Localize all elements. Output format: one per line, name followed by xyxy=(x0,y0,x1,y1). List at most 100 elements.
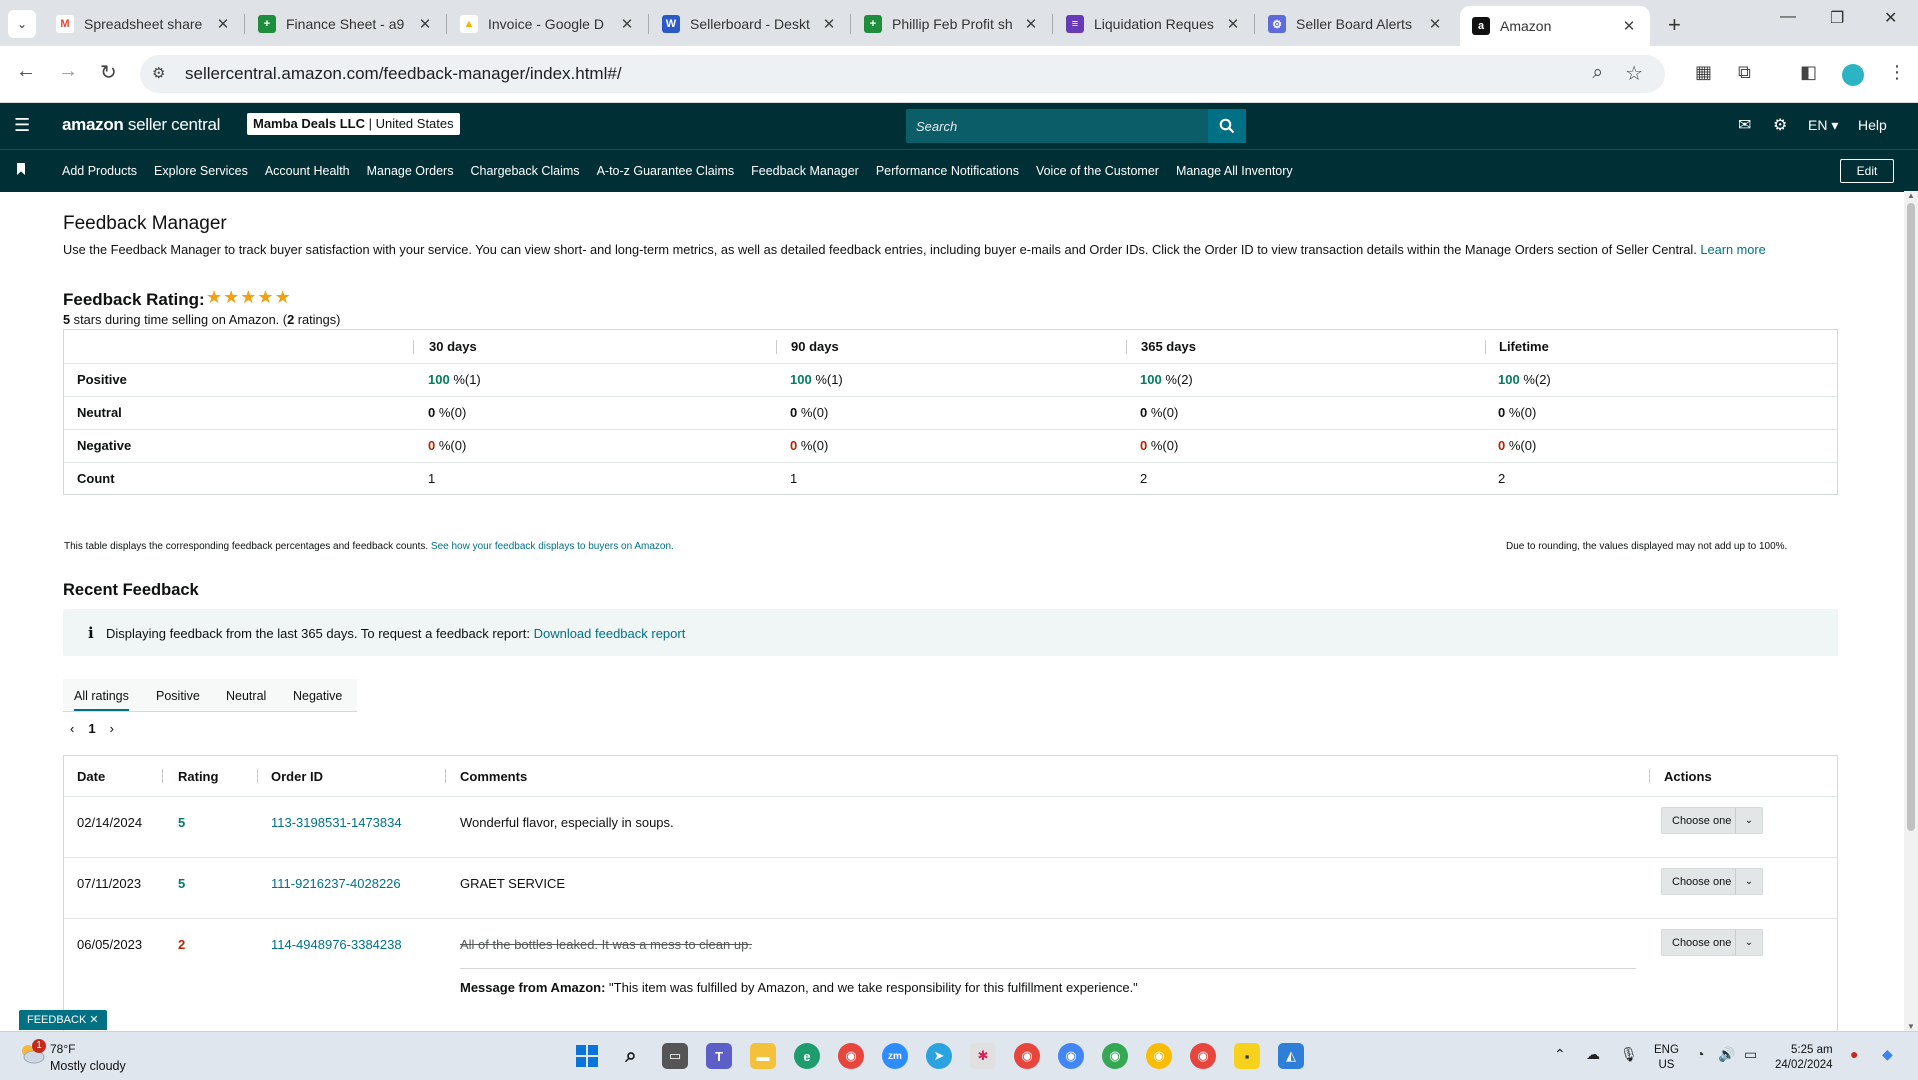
nav-performance-notifications[interactable]: Performance Notifications xyxy=(876,164,1019,178)
action-dropdown[interactable]: Choose one ⌄ xyxy=(1661,868,1763,895)
tab-positive[interactable]: Positive xyxy=(156,689,200,703)
prev-page-chevron-icon[interactable]: ‹ xyxy=(70,721,74,736)
weather-condition[interactable]: Mostly cloudy xyxy=(50,1059,126,1073)
close-tab-icon[interactable]: ✕ xyxy=(1224,15,1242,33)
browser-menu-icon[interactable]: ⋮ xyxy=(1888,62,1906,83)
zoom-magnifier-icon[interactable]: ⌕ xyxy=(1592,62,1603,84)
search-button[interactable] xyxy=(1208,109,1246,143)
profile-avatar[interactable] xyxy=(1842,64,1864,86)
photos-app-icon[interactable]: ◭ xyxy=(1278,1043,1304,1069)
scroll-up-arrow-icon[interactable]: ▲ xyxy=(1907,191,1915,200)
onedrive-icon[interactable]: ☁ xyxy=(1586,1046,1600,1063)
page-number[interactable]: 1 xyxy=(88,721,95,736)
file-explorer-icon[interactable]: ▬ xyxy=(750,1043,776,1069)
restore-window-icon[interactable]: ❐ xyxy=(1830,8,1844,28)
tab-search-chevron-icon[interactable]: ⌄ xyxy=(8,10,36,38)
header-search-input[interactable]: Search xyxy=(906,109,1246,143)
browser-tab-2[interactable]: + Finance Sheet - a9 ✕ xyxy=(258,8,434,40)
order-id-link[interactable]: 111-9216237-4028226 xyxy=(271,876,401,891)
teams-icon[interactable]: T xyxy=(706,1043,732,1069)
help-link[interactable]: Help xyxy=(1858,117,1887,133)
task-view-icon[interactable]: ▭ xyxy=(662,1043,688,1069)
see-feedback-display-link[interactable]: See how your feedback displays to buyers… xyxy=(431,541,674,552)
url-text[interactable]: sellercentral.amazon.com/feedback-manage… xyxy=(185,64,622,84)
bookmark-star-icon[interactable]: ☆ xyxy=(1625,61,1643,86)
bookmark-icon[interactable] xyxy=(17,163,25,175)
scrollbar-thumb[interactable] xyxy=(1907,203,1915,831)
chrome-profile-icon[interactable]: ◉ xyxy=(1014,1043,1040,1069)
learn-more-link[interactable]: Learn more xyxy=(1700,242,1765,257)
nav-chargeback-claims[interactable]: Chargeback Claims xyxy=(470,164,579,178)
scroll-down-arrow-icon[interactable]: ▼ xyxy=(1907,1022,1915,1031)
chrome-profile-icon[interactable]: ◉ xyxy=(1190,1043,1216,1069)
windows-start-icon[interactable] xyxy=(574,1043,600,1069)
close-tab-icon[interactable]: ✕ xyxy=(1426,15,1444,33)
close-tab-icon[interactable]: ✕ xyxy=(820,15,838,33)
browser-tab-7[interactable]: ⚙ Seller Board Alerts ✕ xyxy=(1268,8,1444,40)
browser-tab-3[interactable]: ▲ Invoice - Google D ✕ xyxy=(460,8,636,40)
nav-manage-inventory[interactable]: Manage All Inventory xyxy=(1176,164,1293,178)
browser-tab-1[interactable]: M Spreadsheet share ✕ xyxy=(56,8,232,40)
nav-feedback-manager[interactable]: Feedback Manager xyxy=(751,164,859,178)
forward-arrow-icon[interactable]: → xyxy=(58,60,78,83)
reload-icon[interactable]: ↻ xyxy=(100,60,117,85)
browser-tab-5[interactable]: + Phillip Feb Profit sh ✕ xyxy=(864,8,1040,40)
slack-icon[interactable]: ✱ xyxy=(970,1043,996,1069)
hamburger-menu-icon[interactable]: ☰ xyxy=(14,115,30,136)
site-settings-icon[interactable]: ⚙ xyxy=(152,64,165,82)
back-arrow-icon[interactable]: ← xyxy=(16,60,36,83)
system-clock[interactable]: 5:25 am 24/02/2024 xyxy=(1775,1043,1833,1073)
volume-icon[interactable]: 🔊 xyxy=(1718,1046,1735,1063)
page-scrollbar[interactable]: ▲ ▼ xyxy=(1904,191,1918,1031)
microphone-icon[interactable]: 🎙 xyxy=(1620,1046,1638,1063)
tab-neutral[interactable]: Neutral xyxy=(226,689,266,703)
gear-icon[interactable]: ⚙ xyxy=(1773,115,1787,135)
minimize-window-icon[interactable]: — xyxy=(1780,8,1796,26)
chrome-profile-icon[interactable]: ◉ xyxy=(1102,1043,1128,1069)
nav-a-to-z-claims[interactable]: A-to-z Guarantee Claims xyxy=(597,164,735,178)
chrome-icon[interactable]: ◉ xyxy=(838,1043,864,1069)
temperature[interactable]: 78°F xyxy=(50,1042,75,1056)
nav-add-products[interactable]: Add Products xyxy=(62,164,137,178)
tab-negative[interactable]: Negative xyxy=(293,689,342,703)
nav-manage-orders[interactable]: Manage Orders xyxy=(367,164,454,178)
browser-tab-amazon-active[interactable]: a Amazon ✕ xyxy=(1460,6,1650,46)
chrome-profile-icon[interactable]: ◉ xyxy=(1146,1043,1172,1069)
close-tab-icon[interactable]: ✕ xyxy=(416,15,434,33)
action-dropdown[interactable]: Choose one ⌄ xyxy=(1661,807,1763,834)
edge-icon[interactable]: e xyxy=(794,1043,820,1069)
new-tab-plus-icon[interactable]: + xyxy=(1668,12,1681,38)
search-icon[interactable]: ⌕ xyxy=(618,1043,644,1069)
telegram-icon[interactable]: ➤ xyxy=(926,1043,952,1069)
notification-bell-icon[interactable]: ● xyxy=(1850,1046,1858,1062)
feedback-widget-button[interactable]: FEEDBACK ✕ xyxy=(19,1010,107,1030)
extensions-puzzle-icon[interactable]: ⧉ xyxy=(1738,62,1751,83)
wifi-icon[interactable]: ◔ xyxy=(1696,1046,1704,1062)
zoom-app-icon[interactable]: zm xyxy=(882,1043,908,1069)
chrome-profile-icon[interactable]: ◉ xyxy=(1058,1043,1084,1069)
tab-all-ratings[interactable]: All ratings xyxy=(74,689,129,711)
browser-tab-4[interactable]: W Sellerboard - Deskt ✕ xyxy=(662,8,838,40)
input-language[interactable]: ENG US xyxy=(1654,1043,1679,1073)
action-dropdown[interactable]: Choose one ⌄ xyxy=(1661,929,1763,956)
order-id-link[interactable]: 114-4948976-3384238 xyxy=(271,937,402,952)
sticky-notes-icon[interactable]: ▪ xyxy=(1234,1043,1260,1069)
copilot-icon[interactable]: ◆ xyxy=(1882,1046,1893,1063)
amazon-seller-central-logo[interactable]: amazon seller central xyxy=(62,115,220,135)
nav-account-health[interactable]: Account Health xyxy=(265,164,350,178)
mail-icon[interactable]: ✉ xyxy=(1738,115,1751,135)
download-feedback-report-link[interactable]: Download feedback report xyxy=(534,626,686,641)
language-selector[interactable]: EN ▾ xyxy=(1808,117,1838,134)
nav-voice-of-customer[interactable]: Voice of the Customer xyxy=(1036,164,1159,178)
account-switcher[interactable]: Mamba Deals LLC | United States xyxy=(247,113,460,135)
close-tab-icon[interactable]: ✕ xyxy=(214,15,232,33)
battery-icon[interactable]: ▭ xyxy=(1744,1046,1757,1063)
address-bar[interactable]: ⚙ sellercentral.amazon.com/feedback-mana… xyxy=(140,55,1665,93)
side-panel-icon[interactable]: ◧ xyxy=(1800,62,1817,83)
close-tab-icon[interactable]: ✕ xyxy=(1022,15,1040,33)
qr-code-icon[interactable]: ▦ xyxy=(1695,62,1712,83)
order-id-link[interactable]: 113-3198531-1473834 xyxy=(271,815,402,830)
show-hidden-icons-chevron-icon[interactable]: ⌃ xyxy=(1554,1046,1566,1063)
close-tab-icon[interactable]: ✕ xyxy=(1620,17,1638,35)
edit-nav-button[interactable]: Edit xyxy=(1840,159,1894,183)
